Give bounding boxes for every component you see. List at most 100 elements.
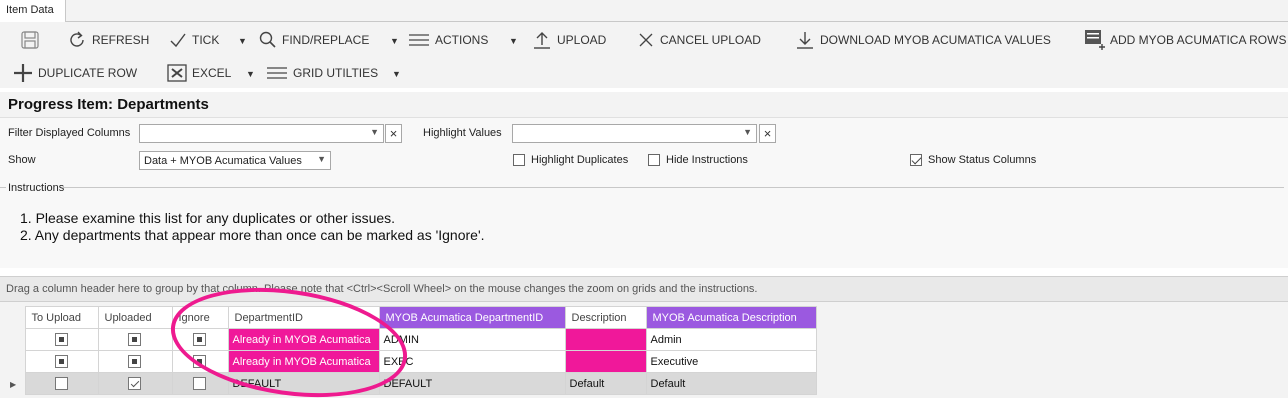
description-cell[interactable]: Default [564, 372, 647, 395]
uploaded-checkbox[interactable] [128, 376, 141, 390]
to-upload-checkbox[interactable] [54, 376, 68, 390]
refresh-button[interactable]: REFRESH [66, 25, 149, 55]
to-upload-cell[interactable] [24, 372, 99, 395]
highlight-duplicates-label: Highlight Duplicates [531, 154, 629, 166]
tick-label: TICK [192, 33, 220, 47]
myob-description-cell[interactable]: Admin [645, 328, 817, 351]
filter-clear-button[interactable]: × [385, 124, 402, 143]
grid-utilities-button[interactable]: GRID UTILTIES [265, 58, 378, 88]
duplicate-row-button[interactable]: DUPLICATE ROW [12, 58, 137, 88]
actions-button[interactable]: ACTIONS [407, 25, 488, 55]
download-icon [797, 32, 813, 49]
description-cell[interactable] [564, 350, 647, 373]
ignore-checkbox[interactable] [193, 376, 206, 390]
uploaded-checkbox[interactable] [128, 354, 141, 368]
excel-button[interactable]: EXCEL [166, 58, 231, 88]
chevron-down-icon[interactable]: ▼ [743, 127, 752, 137]
uploaded-checkbox[interactable] [128, 332, 141, 346]
search-icon [259, 31, 276, 48]
refresh-icon [70, 31, 84, 47]
uploaded-cell[interactable] [97, 350, 173, 373]
data-grid: To Upload Uploaded Ignore DepartmentID M… [0, 306, 817, 395]
tick-icon [170, 33, 186, 48]
row-indicator [0, 350, 26, 373]
department-id-cell[interactable]: Already in MYOB Acumatica [227, 350, 380, 373]
to-upload-checkbox[interactable] [54, 354, 68, 368]
to-upload-cell[interactable] [24, 328, 99, 351]
find-replace-dropdown-icon[interactable]: ▼ [390, 36, 399, 46]
download-values-label: DOWNLOAD MYOB ACUMATICA VALUES [820, 33, 1051, 47]
department-id-cell[interactable]: DEFAULT [227, 372, 380, 395]
to-upload-cell[interactable] [24, 350, 99, 373]
upload-button[interactable]: UPLOAD [531, 25, 606, 55]
cancel-upload-label: CANCEL UPLOAD [660, 33, 761, 47]
myob-description-cell[interactable]: Default [645, 372, 817, 395]
add-rows-label: ADD MYOB ACUMATICA ROWS [1110, 33, 1287, 47]
column-header-myob-department-id[interactable]: MYOB Acumatica DepartmentID [378, 306, 566, 329]
toolbar-row-2: DUPLICATE ROW EXCEL ▼ GRID UTILTIES ▼ [0, 58, 1288, 88]
highlight-clear-button[interactable]: × [759, 124, 776, 143]
myob-department-id-cell[interactable]: EXEC [378, 350, 566, 373]
ignore-checkbox[interactable] [193, 354, 206, 368]
add-rows-button[interactable]: ADD MYOB ACUMATICA ROWS [1082, 25, 1286, 55]
show-select[interactable]: Data + MYOB Acumatica Values ▼ [139, 151, 331, 170]
options-panel: Filter Displayed Columns ▼ × Highlight V… [0, 118, 1288, 268]
uploaded-cell[interactable] [97, 372, 173, 395]
actions-label: ACTIONS [435, 33, 489, 47]
highlight-values-label: Highlight Values [423, 127, 502, 139]
uploaded-cell[interactable] [97, 328, 173, 351]
ignore-checkbox[interactable] [193, 332, 206, 346]
instruction-item-1: 1. Please examine this list for any dupl… [20, 210, 396, 226]
tick-button[interactable]: TICK [168, 25, 219, 55]
chevron-down-icon[interactable]: ▼ [370, 127, 379, 137]
column-header-myob-description[interactable]: MYOB Acumatica Description [645, 306, 817, 329]
tick-dropdown-icon[interactable]: ▼ [238, 36, 247, 46]
actions-dropdown-icon[interactable]: ▼ [509, 36, 518, 46]
row-indicator: ▶ [0, 372, 26, 395]
filter-columns-input[interactable]: ▼ [139, 124, 384, 143]
myob-description-cell[interactable]: Executive [645, 350, 817, 373]
table-row[interactable]: ▶ DEFAULT DEFAULT Default Default [0, 372, 817, 395]
upload-label: UPLOAD [557, 33, 607, 47]
grid-header-row: To Upload Uploaded Ignore DepartmentID M… [0, 306, 817, 329]
column-header-to-upload[interactable]: To Upload [24, 306, 99, 329]
tab-item-data[interactable]: Item Data [0, 0, 66, 22]
group-by-area[interactable]: Drag a column header here to group by th… [0, 276, 1288, 302]
highlight-duplicates-checkbox[interactable] [513, 154, 525, 166]
hide-instructions-label: Hide Instructions [666, 154, 748, 166]
myob-department-id-cell[interactable]: DEFAULT [378, 372, 566, 395]
to-upload-checkbox[interactable] [54, 332, 68, 346]
column-header-department-id[interactable]: DepartmentID [227, 306, 380, 329]
table-row[interactable]: Already in MYOB Acumatica EXEC Executive [0, 350, 817, 373]
description-cell[interactable] [564, 328, 647, 351]
column-header-ignore[interactable]: Ignore [171, 306, 229, 329]
save-button[interactable] [20, 25, 40, 55]
instruction-item-2: 2. Any departments that appear more than… [20, 227, 485, 243]
add-rows-icon [1085, 30, 1105, 50]
table-row[interactable]: Already in MYOB Acumatica ADMIN Admin [0, 328, 817, 351]
column-header-description[interactable]: Description [564, 306, 647, 329]
myob-department-id-cell[interactable]: ADMIN [378, 328, 566, 351]
grid-utilities-dropdown-icon[interactable]: ▼ [392, 69, 401, 79]
show-status-columns-label: Show Status Columns [928, 154, 1037, 166]
instructions-heading: Instructions [8, 182, 65, 194]
highlight-values-input[interactable]: ▼ [512, 124, 757, 143]
hide-instructions-checkbox[interactable] [648, 154, 660, 166]
cancel-upload-button[interactable]: CANCEL UPLOAD [636, 25, 761, 55]
excel-label: EXCEL [192, 66, 232, 80]
department-id-cell[interactable]: Already in MYOB Acumatica [227, 328, 380, 351]
row-indicator-header [0, 306, 25, 329]
show-status-columns-checkbox[interactable] [910, 154, 922, 166]
find-replace-button[interactable]: FIND/REPLACE [258, 25, 369, 55]
ignore-cell[interactable] [171, 350, 229, 373]
instructions-divider-left [0, 187, 6, 188]
column-header-uploaded[interactable]: Uploaded [97, 306, 173, 329]
show-label: Show [8, 154, 36, 166]
download-values-button[interactable]: DOWNLOAD MYOB ACUMATICA VALUES [794, 25, 1051, 55]
excel-dropdown-icon[interactable]: ▼ [246, 69, 255, 79]
menu-icon [267, 67, 287, 79]
chevron-down-icon[interactable]: ▼ [317, 154, 326, 164]
toolbar-row-1: REFRESH TICK ▼ FIND/REPLACE ▼ ACTIONS ▼ … [0, 22, 1288, 58]
ignore-cell[interactable] [171, 372, 229, 395]
ignore-cell[interactable] [171, 328, 229, 351]
